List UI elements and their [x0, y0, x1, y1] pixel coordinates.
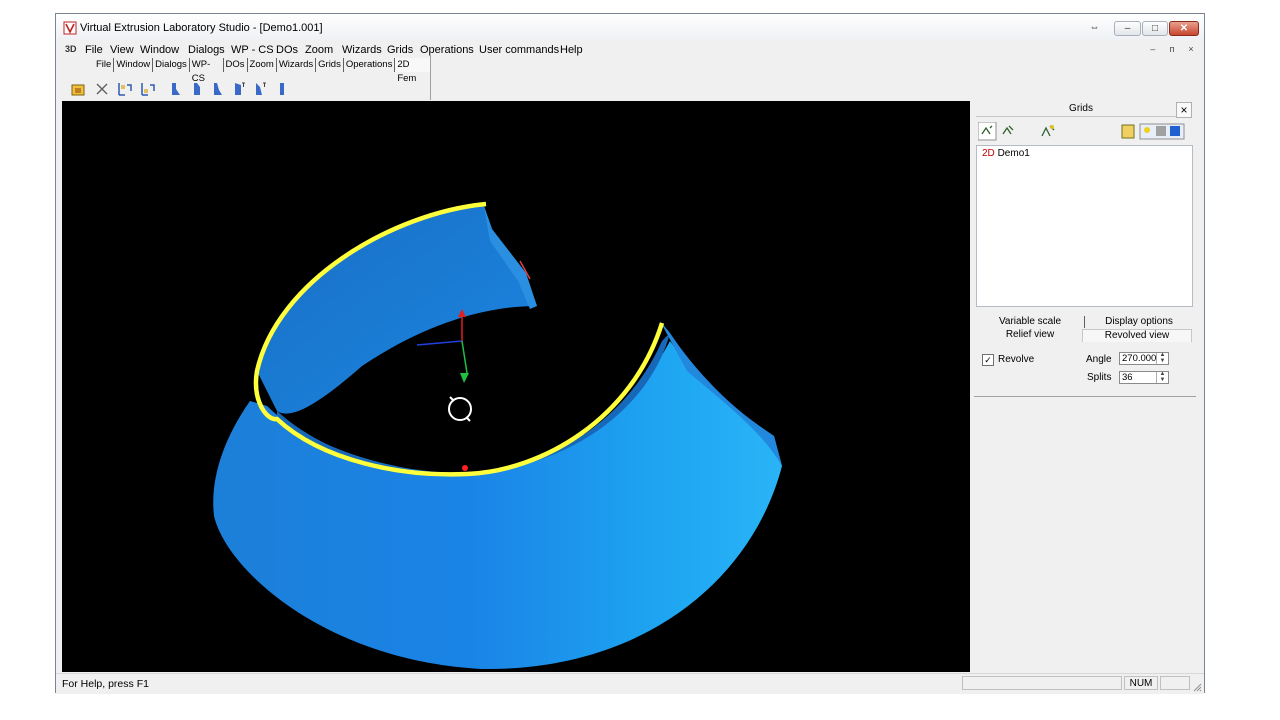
toolbar-tabs: File Window Dialogs WP-CS DOs Zoom Wizar…	[94, 58, 430, 84]
title-bar[interactable]: Virtual Extrusion Laboratory Studio - [D…	[56, 14, 1204, 41]
toolbar-tab-zoom[interactable]: Zoom	[248, 58, 277, 72]
mdi-close-button[interactable]: ×	[1184, 43, 1198, 56]
revolved-extrusion-render	[213, 201, 782, 670]
grid-settings-icon[interactable]	[1038, 122, 1058, 142]
toolbar-tab-dialogs[interactable]: Dialogs	[153, 58, 190, 72]
angle-label: Angle	[1086, 354, 1112, 365]
light-bulb-icon[interactable]	[1144, 127, 1150, 133]
status-cell-scroll	[1160, 676, 1190, 690]
toolbar-tab-2d-fem[interactable]: 2D Fem	[395, 58, 430, 84]
mesh-icon[interactable]	[1156, 126, 1166, 136]
profile-tool-3-icon[interactable]	[210, 81, 226, 97]
splits-down-icon[interactable]: ▼	[1157, 377, 1168, 384]
menu-user-commands[interactable]: User commands	[479, 44, 559, 56]
red-node-marker	[462, 465, 468, 471]
menu-help[interactable]: Help	[560, 44, 583, 56]
status-help-text: For Help, press F1	[62, 678, 149, 690]
grid-tool-2-icon[interactable]	[140, 81, 156, 97]
tab-revolved-view[interactable]: Revolved view	[1082, 329, 1192, 342]
grid-properties-icon[interactable]	[1121, 124, 1135, 139]
panel-tabs: Variable scale Display options Relief vi…	[976, 316, 1195, 342]
mdi-restore-button[interactable]: ᴨ	[1165, 43, 1179, 56]
toolbar-tab-file[interactable]: File	[94, 58, 115, 72]
app-logo-icon	[63, 21, 77, 35]
toolbar-tab-window[interactable]: Window	[114, 58, 154, 72]
maximize-button[interactable]: □	[1142, 21, 1168, 36]
toolbar-tab-operations[interactable]: Operations	[344, 58, 396, 72]
rotate-cursor-icon	[448, 396, 472, 422]
angle-spin-arrows[interactable]: ▲ ▼	[1156, 352, 1168, 365]
angle-value: 270.000	[1122, 353, 1157, 364]
close-button[interactable]: ✕	[1169, 21, 1199, 36]
tree-item-prefix: 2D	[982, 148, 995, 159]
grids-panel-close-button[interactable]: ×	[1176, 102, 1192, 118]
revolve-checkbox[interactable]: ✓	[982, 354, 994, 366]
grid-tree: 2D Demo1	[976, 145, 1193, 307]
grids-panel: Grids × 2D Demo1 Variable scale Display …	[972, 101, 1198, 672]
profile-tool-4-icon[interactable]	[231, 81, 247, 97]
grid-tool-1-icon[interactable]	[117, 81, 133, 97]
solid-cube-icon[interactable]	[1170, 126, 1180, 136]
edit-grid-icon[interactable]	[1002, 125, 1014, 135]
lock-folder-icon[interactable]	[70, 81, 86, 97]
splits-spin-arrows[interactable]: ▲ ▼	[1156, 371, 1168, 384]
minimize-button[interactable]: –	[1114, 21, 1141, 36]
mdi-minimize-button[interactable]: –	[1146, 43, 1160, 56]
add-grid-icon[interactable]	[978, 122, 997, 141]
window-title: Virtual Extrusion Laboratory Studio - [D…	[80, 22, 323, 34]
app-window: Virtual Extrusion Laboratory Studio - [D…	[55, 13, 1205, 694]
resize-grip-icon[interactable]	[1192, 682, 1202, 692]
toolbar: File Window Dialogs WP-CS DOs Zoom Wizar…	[62, 55, 431, 100]
angle-spinner[interactable]: 270.000 ▲ ▼	[1119, 352, 1169, 365]
tab-display-options[interactable]: Display options	[1084, 316, 1193, 328]
toolbar-tab-wizards[interactable]: Wizards	[277, 58, 317, 72]
status-bar: For Help, press F1 NUM	[56, 673, 1204, 694]
status-num-lock: NUM	[1124, 676, 1158, 690]
document-badge-icon[interactable]: 3D	[65, 44, 77, 54]
3d-viewport[interactable]	[62, 101, 970, 672]
splits-label: Splits	[1087, 372, 1112, 383]
mdi-controls: – ᴨ ×	[1144, 43, 1198, 56]
splits-spinner[interactable]: 36 ▲ ▼	[1119, 371, 1169, 384]
profile-tool-5-icon[interactable]	[252, 81, 268, 97]
toolbar-tab-grids[interactable]: Grids	[316, 58, 344, 72]
profile-tool-1-icon[interactable]	[168, 81, 184, 97]
panel-toolbar-left	[978, 122, 1014, 141]
profile-tool-6-icon[interactable]	[274, 81, 290, 97]
revolve-label: Revolve	[998, 354, 1035, 365]
angle-down-icon[interactable]: ▼	[1157, 358, 1168, 365]
status-cell-empty	[962, 676, 1122, 690]
splits-value: 36	[1122, 372, 1133, 383]
revolved-view-options: ✓ Revolve Angle 270.000 ▲ ▼ Splits 36 ▲ …	[974, 344, 1196, 397]
delete-icon[interactable]	[94, 81, 110, 97]
tree-item-demo1[interactable]: 2D Demo1	[982, 148, 1030, 159]
grids-panel-title: Grids	[976, 103, 1186, 117]
tab-variable-scale[interactable]: Variable scale	[976, 316, 1084, 328]
panel-toolbar-right	[1121, 123, 1185, 140]
tree-item-label: Demo1	[997, 148, 1030, 159]
profile-tool-2-icon[interactable]	[189, 81, 205, 97]
toolbar-tab-dos[interactable]: DOs	[224, 58, 248, 72]
snap-button[interactable]: ⇔	[1081, 21, 1108, 36]
tab-relief-view[interactable]: Relief view	[976, 329, 1084, 341]
toolbar-tab-wp-cs[interactable]: WP-CS	[190, 58, 224, 84]
